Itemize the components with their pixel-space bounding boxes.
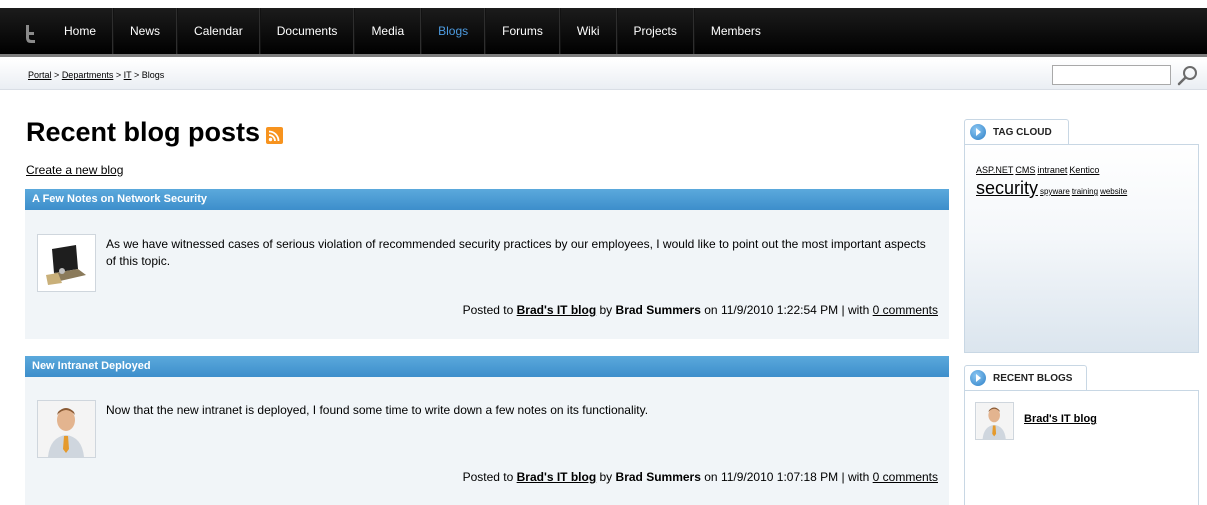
search-input[interactable] <box>1052 65 1171 85</box>
on-label: on <box>704 470 718 484</box>
arrow-right-circle-icon <box>970 370 986 386</box>
rss-icon[interactable] <box>266 127 284 144</box>
posted-to-label: Posted to <box>462 470 514 484</box>
blog-post: A Few Notes on Network Security As we ha… <box>25 189 949 339</box>
tag-cloud-title: TAG CLOUD <box>993 126 1052 138</box>
nav-item-members[interactable]: Members <box>693 8 777 54</box>
breadcrumb-bar: Portal > Departments > IT > Blogs <box>0 60 1207 90</box>
recent-blogs-tab: RECENT BLOGS <box>964 365 1087 390</box>
nav-item-news[interactable]: News <box>113 8 178 54</box>
create-blog-link[interactable]: Create a new blog <box>26 163 123 177</box>
breadcrumb-separator: > <box>54 70 60 80</box>
tag-link[interactable]: Kentico <box>1069 165 1099 175</box>
breadcrumb-separator: > <box>115 70 122 80</box>
nav-item-wiki[interactable]: Wiki <box>559 8 617 54</box>
nav-item-projects[interactable]: Projects <box>616 8 694 54</box>
blog-post: New Intranet Deployed Now that the new i… <box>25 356 949 505</box>
post-blog-link[interactable]: Brad's IT blog <box>517 470 597 484</box>
tag-link[interactable]: spyware <box>1040 187 1070 196</box>
nav-item-blogs[interactable]: Blogs <box>421 8 486 54</box>
nav-item-home[interactable]: Home <box>48 8 114 54</box>
breadcrumb-link-departments[interactable]: Departments <box>62 70 114 80</box>
magnifier-icon[interactable] <box>1176 64 1200 88</box>
recent-blogs: Brad's IT blog <box>964 390 1199 505</box>
post-author: Brad Summers <box>615 303 701 317</box>
post-excerpt: As we have witnessed cases of serious vi… <box>106 237 926 268</box>
posted-to-label: Posted to <box>462 303 514 317</box>
post-date: 11/9/2010 1:07:18 PM <box>720 470 839 484</box>
kentico-logo-icon[interactable] <box>20 23 42 43</box>
post-blog-link[interactable]: Brad's IT blog <box>517 303 597 317</box>
recent-blogs-title: RECENT BLOGS <box>993 372 1073 384</box>
post-comments-link[interactable]: 0 comments <box>873 470 938 484</box>
nav-item-media[interactable]: Media <box>354 8 422 54</box>
on-label: on <box>704 303 718 317</box>
with-label: | with <box>841 470 870 484</box>
post-meta: Posted to Brad's IT blog by Brad Summers… <box>463 303 938 317</box>
post-author: Brad Summers <box>615 470 701 484</box>
post-excerpt: Now that the new intranet is deployed, I… <box>106 403 649 417</box>
top-navigation: Home News Calendar Documents Media Blogs… <box>0 8 1207 57</box>
breadcrumb-current: Blogs <box>141 70 165 80</box>
recent-blog-link[interactable]: Brad's IT blog <box>1024 413 1097 425</box>
page-title: Recent blog posts <box>26 117 284 148</box>
post-comments-link[interactable]: 0 comments <box>873 303 938 317</box>
tag-cloud-tab: TAG CLOUD <box>964 119 1069 144</box>
page-title-text: Recent blog posts <box>26 117 261 147</box>
post-date: 11/9/2010 1:22:54 PM <box>720 303 839 317</box>
breadcrumb-separator: > <box>134 70 140 80</box>
person-avatar-image[interactable] <box>37 400 96 458</box>
tag-list: ASP.NET CMS intranet Kentico security spyware… <box>976 160 1186 199</box>
tag-link[interactable]: training <box>1072 187 1098 196</box>
breadcrumb-link-it[interactable]: IT <box>124 70 132 80</box>
laptop-lock-image[interactable] <box>37 234 96 292</box>
nav-item-documents[interactable]: Documents <box>259 8 355 54</box>
tag-link[interactable]: ASP.NET <box>976 165 1013 175</box>
post-title[interactable]: New Intranet Deployed <box>25 356 949 377</box>
breadcrumb-link-portal[interactable]: Portal <box>28 70 52 80</box>
post-title[interactable]: A Few Notes on Network Security <box>25 189 949 210</box>
by-label: by <box>599 303 613 317</box>
nav-item-calendar[interactable]: Calendar <box>177 8 260 54</box>
person-avatar-image[interactable] <box>975 402 1014 440</box>
post-meta: Posted to Brad's IT blog by Brad Summers… <box>463 470 938 484</box>
by-label: by <box>599 470 613 484</box>
nav-item-forums[interactable]: Forums <box>485 8 560 54</box>
tag-cloud: ASP.NET CMS intranet Kentico security spyware… <box>964 144 1199 353</box>
tag-link[interactable]: website <box>1100 187 1127 196</box>
tag-link[interactable]: intranet <box>1037 165 1067 175</box>
with-label: | with <box>841 303 870 317</box>
tag-link[interactable]: CMS <box>1015 165 1035 175</box>
breadcrumb: Portal > Departments > IT > Blogs <box>28 70 164 80</box>
tag-link[interactable]: security <box>976 178 1038 198</box>
arrow-right-circle-icon <box>970 124 986 140</box>
